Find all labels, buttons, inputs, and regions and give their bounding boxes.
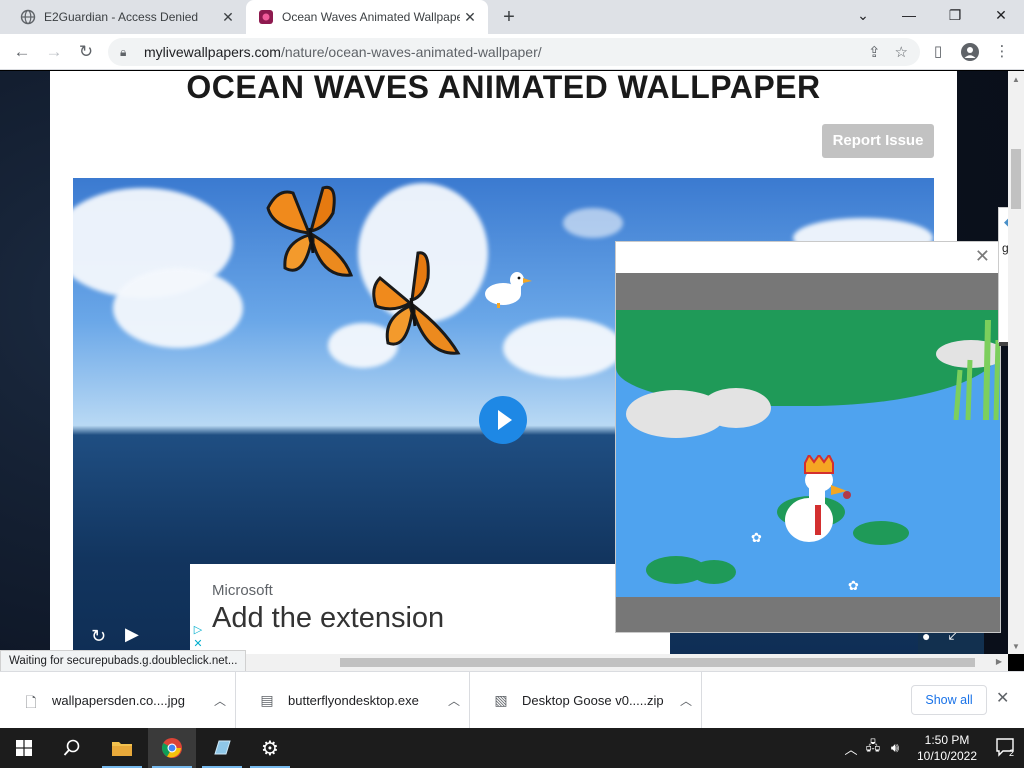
window-controls: ⌄ — ❐ ✕ — [840, 0, 1024, 34]
zip-file-icon: ▧ — [494, 691, 508, 708]
scroll-down-icon[interactable]: ▼ — [1008, 642, 1024, 651]
network-icon[interactable]: 🖧︎ — [862, 737, 884, 759]
scroll-thumb[interactable] — [1011, 149, 1021, 209]
share-icon[interactable]: ⇪ — [868, 43, 881, 61]
download-item[interactable]: ▤ butterflyondesktop.exe ︿ — [236, 672, 470, 729]
scroll-thumb[interactable] — [340, 658, 975, 667]
ad-close-icon[interactable]: ✕ — [190, 637, 206, 651]
forward-arrow-icon[interactable]: → — [42, 40, 66, 64]
reload-icon[interactable]: ↻ — [74, 40, 98, 64]
download-item[interactable]: 🗋︎ wallpapersden.co....jpg ︿ — [0, 672, 236, 729]
cloud — [563, 208, 623, 238]
water-lily-icon: ✿ — [751, 530, 762, 545]
butterfly-icon — [266, 185, 354, 277]
close-window-button[interactable]: ✕ — [978, 0, 1024, 34]
tab-close-icon[interactable]: ✕ — [460, 9, 480, 26]
windows-logo-icon — [16, 740, 32, 756]
back-arrow-icon[interactable]: ← — [10, 40, 34, 64]
exe-file-icon: ▤ — [260, 691, 274, 708]
globe-icon — [20, 9, 36, 25]
download-filename: wallpapersden.co....jpg — [52, 693, 185, 708]
kebab-menu-icon[interactable]: ⋮ — [990, 40, 1014, 64]
close-icon[interactable]: ✕ — [996, 688, 1009, 708]
tab-title: Ocean Waves Animated Wallpaper — [282, 10, 460, 24]
ad-brand: Microsoft — [212, 582, 273, 599]
play-button[interactable] — [479, 396, 527, 444]
system-tray: ︿ 🖧︎ 🔊︎ 1:50 PM 10/10/2022 2 — [840, 728, 1024, 768]
minimize-button[interactable]: — — [886, 0, 932, 34]
start-button[interactable] — [0, 728, 48, 768]
chrome-icon[interactable] — [148, 728, 196, 768]
url-host: mylivewallpapers.com — [144, 44, 281, 60]
chevron-up-icon[interactable]: ︿ — [439, 692, 469, 709]
water-lily-icon: ✿ — [848, 578, 859, 593]
rock — [701, 388, 771, 428]
page-title: OCEAN WAVES ANIMATED WALLPAPER — [186, 71, 821, 105]
tab-ocean-waves[interactable]: Ocean Waves Animated Wallpaper ✕ — [246, 0, 488, 34]
ad-headline: Add the extension — [212, 602, 445, 634]
chevron-up-icon[interactable]: ︿ — [671, 692, 701, 709]
goose-with-crown-icon — [785, 455, 851, 542]
goose-game-scene: ✿ ✿ — [616, 310, 1000, 597]
search-icon[interactable] — [48, 728, 96, 768]
replay-icon[interactable]: ↻ — [91, 626, 106, 647]
windows-taskbar: ⚙ ︿ 🖧︎ 🔊︎ 1:50 PM 10/10/2022 2 — [0, 728, 1024, 768]
close-icon[interactable]: ✕ — [975, 246, 990, 267]
popup-video-window[interactable]: ✕ ✿ ✿ — [615, 241, 1001, 633]
goose-icon — [485, 272, 532, 308]
app-window-icon[interactable] — [198, 728, 246, 768]
volume-icon[interactable]: 🔊︎ — [884, 740, 906, 756]
ad-choices[interactable]: ▷ ✕ — [190, 623, 206, 651]
clock-time: 1:50 PM — [924, 733, 970, 747]
address-bar[interactable]: 🔒︎ mylivewallpapers.com/nature/ocean-wav… — [108, 38, 920, 66]
clock[interactable]: 1:50 PM 10/10/2022 — [912, 732, 982, 764]
new-tab-button[interactable]: + — [498, 6, 520, 28]
lock-icon[interactable]: 🔒︎ — [120, 45, 136, 60]
butterfly-icon — [372, 251, 461, 355]
scroll-up-icon[interactable]: ▲ — [1008, 75, 1024, 84]
site-favicon-icon — [259, 10, 273, 24]
restore-button[interactable]: ❐ — [932, 0, 978, 34]
ad-banner[interactable]: Microsoft Add the extension — [190, 564, 670, 654]
cloud — [113, 268, 243, 348]
browser-toolbar: ← → ↻ 🔒︎ mylivewallpapers.com/nature/oce… — [0, 34, 1024, 70]
tab-e2guardian[interactable]: E2Guardian - Access Denied ✕ — [8, 0, 246, 34]
download-shelf: 🗋︎ wallpapersden.co....jpg ︿ ▤ butterfly… — [0, 671, 1024, 729]
report-issue-button[interactable]: Report Issue — [822, 124, 934, 158]
download-item[interactable]: ▧ Desktop Goose v0.....zip ︿ — [470, 672, 702, 729]
tab-close-icon[interactable]: ✕ — [218, 9, 238, 26]
clock-date: 10/10/2022 — [916, 749, 978, 763]
scroll-right-icon[interactable]: ▶ — [996, 657, 1002, 666]
reeds-icon — [953, 319, 1000, 420]
settings-gear-icon[interactable]: ⚙ — [246, 728, 294, 768]
show-all-button[interactable]: Show all — [911, 685, 987, 715]
cloud — [503, 318, 623, 378]
chevron-up-icon[interactable]: ︿ — [840, 739, 862, 758]
popup-video-frame: ✿ ✿ — [616, 273, 1000, 632]
vertical-scrollbar[interactable]: ▲ ▼ — [1008, 71, 1024, 654]
url-path: /nature/ocean-waves-animated-wallpaper/ — [280, 44, 542, 60]
file-explorer-icon[interactable] — [98, 728, 146, 768]
download-filename: butterflyondesktop.exe — [288, 693, 419, 708]
chevron-up-icon[interactable]: ︿ — [205, 692, 235, 709]
tab-strip: E2Guardian - Access Denied ✕ Ocean Waves… — [0, 0, 1024, 34]
tab-search-icon[interactable]: ⌄ — [840, 0, 886, 34]
tab-title: E2Guardian - Access Denied — [44, 10, 199, 24]
svg-text:2: 2 — [1009, 748, 1014, 757]
play-icon[interactable]: ▶ — [125, 624, 139, 645]
side-panel-icon[interactable]: ▯ — [926, 40, 950, 64]
profile-avatar-icon[interactable] — [958, 40, 982, 64]
status-bubble: Waiting for securepubads.g.doubleclick.n… — [0, 650, 247, 672]
download-filename: Desktop Goose v0.....zip — [522, 693, 664, 708]
lily-pad-icon — [646, 556, 736, 584]
bookmark-star-icon[interactable]: ☆ — [895, 43, 908, 61]
file-icon: 🗋︎ — [25, 693, 37, 710]
ad-choices-icon[interactable]: ▷ — [190, 623, 206, 637]
notification-center-icon[interactable]: 2 — [988, 737, 1024, 760]
